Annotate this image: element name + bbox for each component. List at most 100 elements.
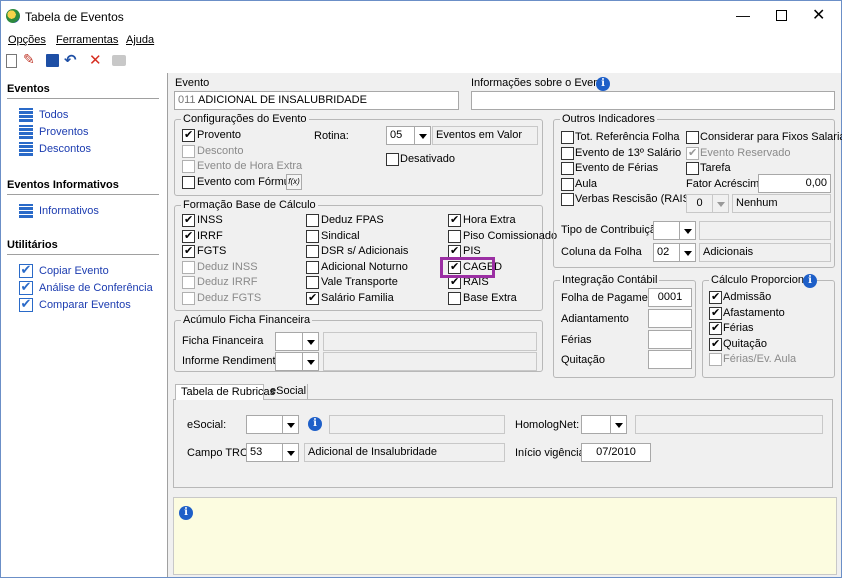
notes-info-icon: i (179, 506, 193, 520)
tab-rubricas[interactable]: Tabela de Rubricas (175, 384, 275, 400)
formacao-deduz-fpas-label: Deduz FPAS (321, 214, 384, 226)
menu-ajuda-label: Ajuda (126, 34, 155, 46)
quitacao-contabil-field[interactable] (648, 350, 692, 369)
formacao-salario-familia-label: Salário Familia (321, 292, 394, 304)
formacao-dsr-s-adicionais-checkbox[interactable] (306, 245, 319, 259)
ficha-dropdown-button[interactable] (303, 332, 319, 351)
tipo-contribuicao-dropdown-button[interactable] (680, 221, 696, 240)
nenhum-field[interactable]: 0 (686, 194, 713, 213)
trct-dropdown-button[interactable] (283, 443, 299, 462)
formacao-fgts-checkbox[interactable] (182, 244, 195, 259)
informe-label: Informe Rendimentos (182, 355, 288, 367)
formacao-adicional-noturno-checkbox[interactable] (306, 260, 319, 274)
inicio-vigencia-field[interactable]: 07/2010 (581, 443, 651, 462)
provento-checkbox[interactable] (182, 128, 195, 142)
formacao-sindical-checkbox[interactable] (306, 229, 319, 243)
homolognet-field[interactable] (581, 415, 611, 434)
calculo-quitacao-checkbox[interactable] (709, 337, 722, 351)
formacao-salario-familia-checkbox[interactable] (306, 291, 319, 305)
maximize-button[interactable] (776, 10, 787, 21)
formacao-title: Formação Base de Cálculo (181, 199, 318, 211)
formacao-deduz-fgts-checkbox[interactable] (182, 292, 195, 305)
esocial-field[interactable] (246, 415, 283, 434)
grid-icon (19, 108, 33, 122)
outros-tarefa-label: Tarefa (700, 162, 731, 174)
sidebar-item-informativos[interactable]: Informativos (39, 205, 99, 217)
hora-extra-label: Evento de Hora Extra (197, 160, 303, 172)
edit-pencil-icon[interactable]: ✎ (23, 52, 35, 68)
hora-extra-checkbox[interactable] (182, 160, 195, 173)
close-button[interactable]: ✕ (812, 5, 825, 24)
rotina-dropdown-button[interactable] (415, 126, 431, 145)
tab-esocial[interactable]: eSocial (266, 384, 308, 399)
ferias-contabil-field[interactable] (648, 330, 692, 349)
sidebar-item-proventos[interactable]: Proventos (39, 126, 89, 138)
notes-area[interactable]: i (173, 497, 837, 575)
outros-considerar-para-fixos-salariais-checkbox[interactable] (686, 131, 699, 144)
sidebar-item-analise-conferencia[interactable]: Análise de Conferência (39, 282, 153, 294)
calculo-admissao-checkbox[interactable] (709, 290, 722, 304)
outros-tarefa-checkbox[interactable] (686, 162, 699, 175)
homolognet-dropdown-button[interactable] (611, 415, 627, 434)
outros-evento-de-13-salario-checkbox[interactable] (561, 146, 574, 160)
minimize-button[interactable]: — (728, 7, 758, 25)
esocial-dropdown-button[interactable] (283, 415, 299, 434)
folha-pagamento-field[interactable]: 0001 (648, 288, 692, 307)
coluna-folha-dropdown-button[interactable] (680, 243, 696, 262)
coluna-folha-label: Coluna da Folha (561, 246, 642, 258)
formacao-deduz-fgts-label: Deduz FGTS (197, 292, 262, 304)
trct-field[interactable]: 53 (246, 443, 283, 462)
tipo-contribuicao-field[interactable] (653, 221, 680, 240)
outros-verbas-rescisao-rais-checkbox[interactable] (561, 193, 574, 206)
formacao-inss-label: INSS (197, 214, 223, 226)
sidebar-item-copiar-evento[interactable]: Copiar Evento (39, 265, 109, 277)
outros-evento-reservado-checkbox[interactable] (686, 146, 699, 160)
rotina-field[interactable]: 05 (386, 126, 415, 145)
formacao-deduz-fpas-checkbox[interactable] (306, 214, 319, 227)
formacao-hora-extra-checkbox[interactable] (448, 213, 461, 227)
sidebar-item-todos[interactable]: Todos (39, 109, 68, 121)
tab-rubricas-label: Tabela de Rubricas (181, 386, 276, 398)
info-icon[interactable]: i (596, 77, 610, 91)
formacao-piso-comissionado-checkbox[interactable] (448, 229, 461, 243)
esocial-info-icon[interactable]: i (308, 417, 322, 431)
formacao-inss-checkbox[interactable] (182, 213, 195, 227)
evento-field[interactable]: 011 ADICIONAL DE INSALUBRIDADE (174, 91, 459, 110)
undo-icon[interactable]: ↶ (64, 51, 77, 69)
adiantamento-field[interactable] (648, 309, 692, 328)
informe-dropdown-button[interactable] (303, 352, 319, 371)
desativado-checkbox[interactable] (386, 153, 399, 166)
esocial-desc (329, 415, 505, 434)
outros-evento-de-ferias-checkbox[interactable] (561, 162, 574, 175)
menu-ajuda[interactable]: Ajuda (126, 34, 154, 46)
fator-field[interactable]: 0,00 (758, 174, 831, 193)
new-document-icon[interactable] (6, 54, 17, 68)
save-disk-icon[interactable] (46, 54, 59, 67)
sidebar-item-descontos[interactable]: Descontos (39, 143, 91, 155)
menu-opcoes[interactable]: Opções (8, 34, 46, 46)
formacao-deduz-inss-checkbox[interactable] (182, 260, 195, 274)
sidebar-item-comparar-eventos[interactable]: Comparar Eventos (39, 299, 131, 311)
formacao-deduz-irrf-checkbox[interactable] (182, 276, 195, 290)
calculo-afastamento-checkbox[interactable] (709, 306, 722, 320)
coluna-folha-field[interactable]: 02 (653, 243, 680, 262)
formacao-irrf-checkbox[interactable] (182, 229, 195, 243)
info-evento-field[interactable] (471, 91, 835, 110)
outros-aula-checkbox[interactable] (561, 177, 574, 191)
print-icon[interactable] (112, 55, 126, 66)
menu-ferramentas[interactable]: Ferramentas (56, 34, 118, 46)
informe-field[interactable] (275, 352, 303, 371)
calculo-ferias-ev-aula-checkbox[interactable] (709, 353, 722, 366)
calculo-ferias-checkbox[interactable] (709, 321, 722, 335)
formacao-base-extra-checkbox[interactable] (448, 292, 461, 305)
desconto-checkbox[interactable] (182, 145, 195, 158)
delete-x-icon[interactable]: ✕ (89, 51, 102, 69)
formula-checkbox[interactable] (182, 176, 195, 189)
calculo-info-icon[interactable]: i (803, 274, 817, 288)
outros-tot-referencia-folha-checkbox[interactable] (561, 131, 574, 144)
nenhum-dropdown-button[interactable] (713, 194, 729, 213)
ficha-field[interactable] (275, 332, 303, 351)
formacao-rais-checkbox[interactable] (448, 275, 461, 290)
formula-button[interactable]: f(x) (286, 174, 302, 190)
formacao-vale-transporte-checkbox[interactable] (306, 276, 319, 290)
